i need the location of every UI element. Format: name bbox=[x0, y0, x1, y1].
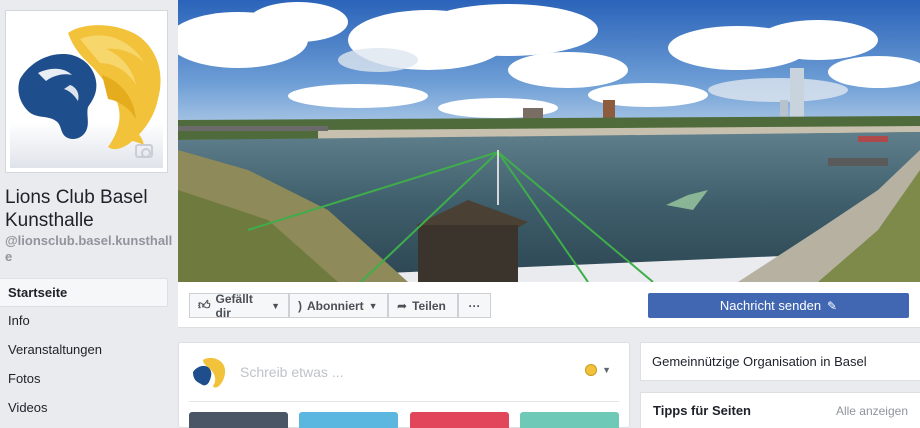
camera-icon[interactable] bbox=[196, 20, 214, 34]
rss-icon: ) bbox=[298, 298, 302, 313]
nav-item-fotos[interactable]: Fotos bbox=[0, 365, 168, 394]
composer-option-tile[interactable] bbox=[189, 412, 288, 428]
post-composer: Schreib etwas ... ▼ bbox=[178, 342, 630, 428]
share-label: Teilen bbox=[412, 298, 446, 313]
share-button[interactable]: ➦ Teilen bbox=[388, 293, 458, 318]
divider bbox=[189, 401, 619, 402]
chevron-down-icon: ▼ bbox=[368, 300, 378, 311]
page-title: Lions Club Basel Kunsthalle bbox=[5, 187, 148, 231]
camera-icon[interactable] bbox=[135, 144, 153, 158]
tips-title: Tipps für Seiten bbox=[653, 403, 751, 418]
composer-option-tile[interactable] bbox=[299, 412, 398, 428]
nav-item-startseite[interactable]: Startseite bbox=[0, 278, 168, 307]
audience-selector[interactable]: ▼ bbox=[585, 364, 611, 376]
see-all-link[interactable]: Alle anzeigen bbox=[836, 404, 908, 418]
nav-item-info[interactable]: Info bbox=[0, 307, 168, 336]
page-action-bar: 👍︎ Gefällt dir ▼ ) Abonniert ▼ ➦ Teilen … bbox=[178, 282, 920, 328]
post-input[interactable]: Schreib etwas ... bbox=[240, 364, 344, 380]
pencil-icon: ✎ bbox=[827, 298, 838, 313]
page-category[interactable]: Gemeinnützige Organisation in Basel bbox=[652, 354, 867, 369]
profile-picture[interactable] bbox=[5, 10, 168, 173]
send-message-label: Nachricht senden bbox=[719, 298, 822, 313]
page-avatar-icon bbox=[585, 364, 598, 376]
like-button[interactable]: 👍︎ Gefällt dir ▼ bbox=[189, 291, 289, 320]
cover-photo[interactable] bbox=[178, 0, 920, 282]
like-label: Gefällt dir bbox=[215, 291, 253, 320]
page-username[interactable]: @lionsclub.basel.kunsthalle bbox=[5, 233, 173, 265]
page-category-card: Gemeinnützige Organisation in Basel bbox=[640, 342, 920, 381]
composer-option-tile[interactable] bbox=[410, 412, 509, 428]
nav-item-veranstaltungen[interactable]: Veranstaltungen bbox=[0, 336, 168, 365]
composer-option-tile[interactable] bbox=[520, 412, 619, 428]
nav-item-videos[interactable]: Videos bbox=[0, 394, 168, 423]
chevron-down-icon: ▼ bbox=[602, 365, 611, 375]
thumbs-up-icon: 👍︎ bbox=[198, 298, 211, 312]
follow-label: Abonniert bbox=[307, 298, 364, 313]
follow-button[interactable]: ) Abonniert ▼ bbox=[289, 293, 388, 318]
more-button[interactable]: ··· bbox=[458, 293, 491, 318]
chevron-down-icon: ▼ bbox=[271, 300, 280, 311]
share-arrow-icon: ➦ bbox=[397, 298, 408, 313]
page-navigation: Startseite Info Veranstaltungen Fotos Vi… bbox=[0, 278, 168, 423]
tips-card: Tipps für Seiten Alle anzeigen bbox=[640, 392, 920, 428]
avatar bbox=[189, 354, 227, 392]
send-message-button[interactable]: Nachricht senden ✎ bbox=[648, 293, 909, 318]
left-column: Lions Club Basel Kunsthalle @lionsclub.b… bbox=[0, 0, 176, 428]
lions-logo bbox=[10, 15, 163, 168]
more-icon: ··· bbox=[468, 298, 481, 313]
